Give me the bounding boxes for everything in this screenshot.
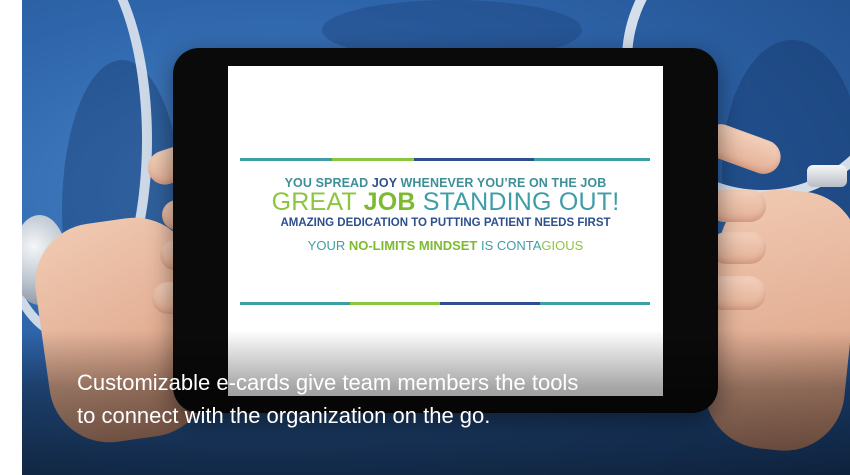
bottom-divider: [240, 302, 650, 305]
ecard-line-2: GREAT JOB STANDING OUT!: [271, 188, 620, 216]
top-divider: [240, 158, 650, 161]
caption-line: to connect with the organization on the …: [77, 403, 491, 428]
right-finger: [710, 232, 766, 264]
caption-line: Customizable e-cards give team members t…: [77, 370, 579, 395]
stethoscope-earpiece-icon: [807, 165, 847, 187]
ecard-line-3: AMAZING DEDICATION TO PUTTING PATIENT NE…: [280, 217, 611, 229]
ecard-line-4: YOUR NO-LIMITS MINDSET IS CONTAGIOUS: [307, 238, 584, 253]
photo-caption: Customizable e-cards give team members t…: [77, 366, 777, 432]
